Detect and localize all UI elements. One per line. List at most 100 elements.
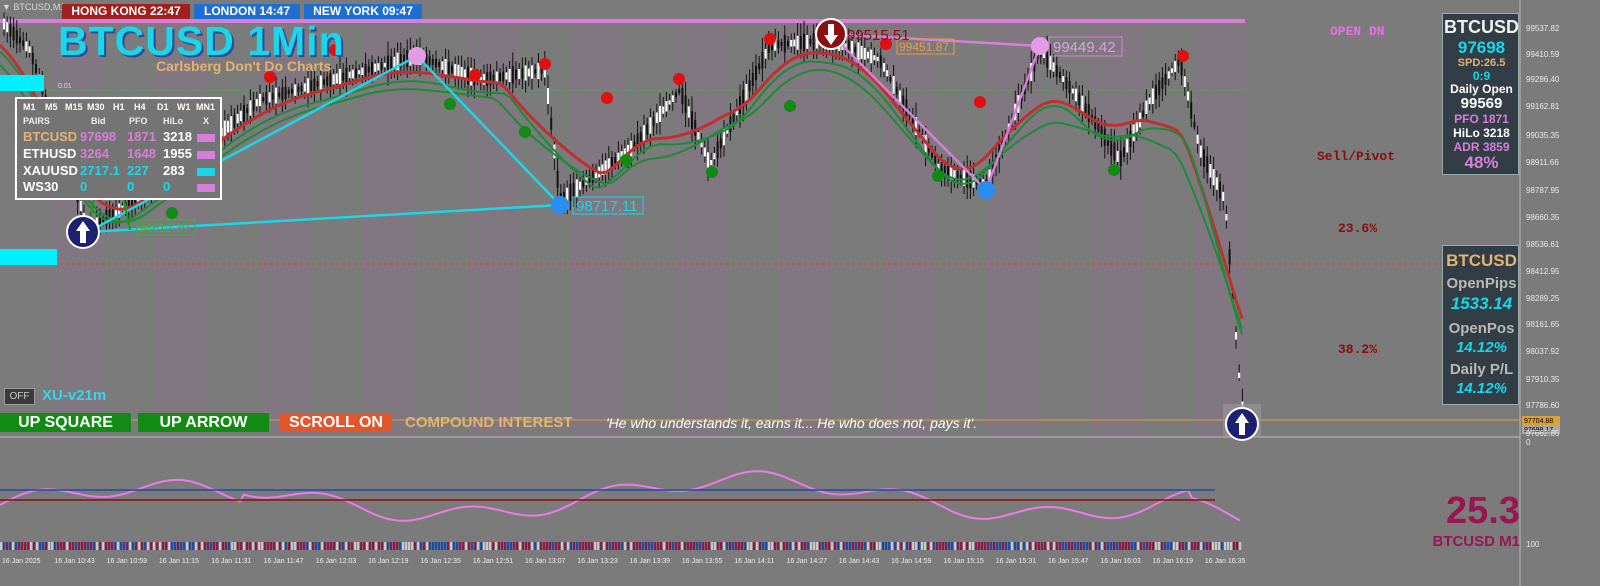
- candle-body: [265, 91, 268, 105]
- candle-body: [1065, 77, 1068, 89]
- fractal-down-dot: [620, 154, 632, 166]
- up-arrow-button[interactable]: UP ARROW: [138, 413, 269, 432]
- price-axis-label: 99410.59: [1526, 50, 1560, 59]
- strip-tick: [42, 542, 45, 550]
- candle-body: [659, 106, 661, 122]
- strip-tick: [1047, 542, 1050, 550]
- strip-tick: [714, 542, 717, 550]
- strip-tick: [681, 542, 684, 550]
- strip-tick: [3, 542, 6, 550]
- tf-m5[interactable]: M5: [45, 102, 58, 112]
- close-x[interactable]: X: [203, 116, 209, 126]
- price-axis-current-ask: 97704.88: [1524, 418, 1553, 425]
- off-button[interactable]: OFF: [4, 388, 35, 405]
- candle-body: [1155, 84, 1157, 100]
- strip-tick: [486, 542, 489, 550]
- strip-tick: [204, 542, 207, 550]
- strip-tick: [1149, 542, 1152, 550]
- scroll-on-button[interactable]: SCROLL ON: [280, 413, 392, 432]
- candle-body: [643, 125, 645, 142]
- candle-body: [691, 111, 693, 129]
- price-axis-label: 98660.35: [1526, 213, 1560, 222]
- tf-w1[interactable]: W1: [177, 102, 191, 112]
- candle-body: [892, 76, 895, 94]
- pair-name[interactable]: XAUUSD: [23, 163, 78, 178]
- tf-m15[interactable]: M15: [65, 102, 83, 112]
- swing-high-marker: [408, 47, 426, 65]
- candle-body: [1187, 91, 1189, 101]
- strip-tick: [921, 542, 924, 550]
- pair-status-bar: [197, 184, 215, 192]
- tf-m30[interactable]: M30: [87, 102, 105, 112]
- pair-name[interactable]: ETHUSD: [23, 146, 76, 161]
- strip-tick: [345, 542, 348, 550]
- price-axis-label: 97786.60: [1526, 401, 1560, 410]
- strip-tick: [285, 542, 288, 550]
- candle-body: [1055, 65, 1058, 77]
- candle-body: [12, 26, 15, 41]
- pos-symbol: BTCUSD: [1446, 251, 1517, 270]
- candle-body: [374, 63, 377, 72]
- candle-body: [1097, 123, 1100, 132]
- strip-tick: [123, 542, 126, 550]
- up-square-button[interactable]: UP SQUARE: [0, 413, 131, 432]
- candle-body: [364, 63, 367, 77]
- candle-body: [19, 36, 21, 44]
- candle-body: [556, 170, 559, 188]
- strip-tick: [24, 542, 27, 550]
- strip-tick: [837, 542, 840, 550]
- strip-tick: [960, 542, 963, 550]
- strip-tick: [159, 542, 162, 550]
- candle-body: [236, 114, 239, 124]
- info-ratio: 0:9: [1472, 69, 1491, 83]
- positions-panel: BTCUSD OpenPips 1533.14 OpenPos 14.12% D…: [1442, 245, 1519, 405]
- strip-tick: [924, 542, 927, 550]
- strip-tick: [843, 542, 846, 550]
- candle-body: [719, 138, 722, 149]
- osc-axis-bottom: 100: [1526, 540, 1540, 549]
- strip-tick: [135, 542, 138, 550]
- strip-tick: [267, 542, 270, 550]
- strip-tick: [525, 542, 528, 550]
- candle-body: [1238, 372, 1241, 379]
- candle-body: [703, 147, 706, 157]
- strip-tick: [645, 542, 648, 550]
- tf-mn1[interactable]: MN1: [196, 102, 215, 112]
- tf-m1[interactable]: M1: [23, 102, 36, 112]
- session-band: [884, 20, 936, 437]
- oscillator-symbol: BTCUSD M1: [1432, 533, 1520, 550]
- tf-h4[interactable]: H4: [134, 102, 146, 112]
- strip-tick: [897, 542, 900, 550]
- strip-tick: [351, 542, 354, 550]
- candle-body: [252, 100, 255, 111]
- strip-tick: [1152, 542, 1155, 550]
- fractal-down-dot: [932, 170, 944, 182]
- pair-name[interactable]: BTCUSD: [23, 129, 77, 144]
- strip-tick: [1161, 542, 1164, 550]
- fractal-down-dot: [166, 207, 178, 219]
- price-chart[interactable]: 99515.51 99451.87 99449.42 98717.11 9861…: [0, 0, 1600, 586]
- strip-tick: [693, 542, 696, 550]
- candle-body: [25, 41, 28, 52]
- candle-body: [310, 80, 313, 91]
- strip-tick: [132, 542, 135, 550]
- strip-tick: [1041, 542, 1044, 550]
- tf-d1[interactable]: D1: [157, 102, 169, 112]
- strip-tick: [21, 542, 24, 550]
- strip-tick: [471, 542, 474, 550]
- high-right-label: 99449.42: [1053, 39, 1116, 56]
- fractal-down-dot: [784, 100, 796, 112]
- pair-name[interactable]: WS30: [23, 179, 58, 194]
- strip-tick: [1044, 542, 1047, 550]
- strip-tick: [1239, 542, 1242, 550]
- candle-body: [454, 64, 457, 78]
- small-tag-label: 0.01: [58, 83, 72, 90]
- candle-body: [1183, 76, 1186, 87]
- strip-tick: [57, 542, 60, 550]
- candle-body: [1132, 124, 1135, 142]
- strip-tick: [249, 542, 252, 550]
- strip-tick: [987, 542, 990, 550]
- tf-h1[interactable]: H1: [113, 102, 125, 112]
- strip-tick: [900, 542, 903, 550]
- time-axis-label: 16 Jan 16:35: [1204, 558, 1246, 565]
